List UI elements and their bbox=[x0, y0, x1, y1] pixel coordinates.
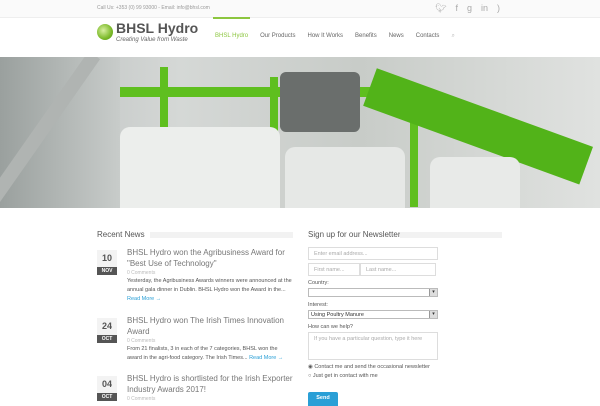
nav-benefits[interactable]: Benefits bbox=[355, 33, 377, 40]
country-select[interactable]: ▾ bbox=[308, 288, 438, 297]
excerpt-text: Yesterday, the Agribusiness Awards winne… bbox=[127, 278, 292, 293]
main-nav: BHSL Hydro Our Products How It Works Ben… bbox=[212, 17, 455, 40]
logo-tagline: Creating Value from Waste bbox=[116, 37, 188, 43]
news-item: 10 NOV BHSL Hydro won the Agribusiness Aw… bbox=[97, 247, 293, 302]
first-name-input[interactable]: First name... bbox=[308, 263, 360, 276]
radio-newsletter[interactable]: ◉ Contact me and send the occasional new… bbox=[308, 364, 430, 370]
read-more-link[interactable]: Read More → bbox=[127, 296, 161, 302]
nav-news[interactable]: News bbox=[389, 33, 404, 40]
news-item: 04 OCT BHSL Hydro is shortlisted for the … bbox=[97, 373, 293, 406]
hero-image bbox=[0, 57, 600, 208]
newsletter-title: Sign up for our Newsletter bbox=[308, 230, 401, 239]
nav-our-products[interactable]: Our Products bbox=[260, 33, 295, 40]
rss-icon[interactable]: ) bbox=[497, 3, 500, 14]
top-bar: Call Us: +353 (0) 99 93000 - Email: info… bbox=[0, 0, 600, 18]
linkedin-icon[interactable]: in bbox=[481, 3, 488, 14]
divider bbox=[400, 232, 502, 238]
help-textarea[interactable]: If you have a particular question, type … bbox=[308, 332, 438, 360]
news-comments[interactable]: 0 Comments bbox=[127, 338, 155, 344]
radio-label: Just get in contact with me bbox=[312, 373, 378, 379]
last-name-input[interactable]: Last name... bbox=[360, 263, 436, 276]
date-month: OCT bbox=[97, 335, 117, 343]
chevron-down-icon: ▾ bbox=[429, 311, 437, 318]
help-label: How can we help? bbox=[308, 324, 353, 330]
facebook-icon[interactable]: f bbox=[455, 3, 458, 14]
radio-label: Contact me and send the occasional newsl… bbox=[314, 364, 430, 370]
country-label: Country: bbox=[308, 280, 329, 286]
date-badge: 10 NOV bbox=[97, 250, 117, 275]
news-comments[interactable]: 0 Comments bbox=[127, 270, 155, 276]
news-excerpt: Yesterday, the Agribusiness Awards winne… bbox=[127, 277, 293, 304]
date-day: 24 bbox=[97, 318, 117, 335]
interest-select[interactable]: Using Poultry Manure ▾ bbox=[308, 310, 438, 319]
date-badge: 04 OCT bbox=[97, 376, 117, 401]
google-plus-icon[interactable]: g bbox=[467, 3, 472, 14]
news-item: 24 OCT BHSL Hydro won The Irish Times Inn… bbox=[97, 315, 293, 368]
news-title[interactable]: BHSL Hydro won the Agribusiness Award fo… bbox=[127, 247, 293, 269]
date-badge: 24 OCT bbox=[97, 318, 117, 343]
date-month: NOV bbox=[97, 267, 117, 275]
logo-icon[interactable] bbox=[97, 24, 113, 40]
interest-label: Interest: bbox=[308, 302, 328, 308]
interest-value: Using Poultry Manure bbox=[311, 312, 364, 318]
email-input[interactable]: Enter email address... bbox=[308, 247, 438, 260]
social-links: 🐦︎ f g in ) bbox=[435, 3, 500, 14]
search-icon[interactable]: ⌕ bbox=[451, 33, 454, 40]
send-button[interactable]: Send bbox=[308, 392, 338, 406]
twitter-icon[interactable]: 🐦︎ bbox=[435, 3, 446, 14]
news-comments[interactable]: 0 Comments bbox=[127, 396, 155, 402]
news-excerpt: From 21 finalists, 3 in each of the 7 ca… bbox=[127, 345, 293, 363]
date-day: 10 bbox=[97, 250, 117, 267]
nav-contacts[interactable]: Contacts bbox=[416, 33, 440, 40]
read-more-link[interactable]: Read More → bbox=[249, 355, 283, 361]
date-day: 04 bbox=[97, 376, 117, 393]
news-title[interactable]: BHSL Hydro is shortlisted for the Irish … bbox=[127, 373, 293, 395]
contact-info: Call Us: +353 (0) 99 93000 - Email: info… bbox=[97, 5, 210, 11]
radio-contact-only[interactable]: ○ Just get in contact with me bbox=[308, 373, 378, 379]
nav-how-it-works[interactable]: How It Works bbox=[307, 33, 343, 40]
recent-news-title: Recent News bbox=[97, 230, 145, 239]
nav-bhsl-hydro[interactable]: BHSL Hydro bbox=[212, 17, 251, 40]
news-title[interactable]: BHSL Hydro won The Irish Times Innovatio… bbox=[127, 315, 293, 337]
chevron-down-icon: ▾ bbox=[429, 289, 437, 296]
logo-title[interactable]: BHSL Hydro bbox=[116, 20, 198, 36]
divider bbox=[150, 232, 293, 238]
